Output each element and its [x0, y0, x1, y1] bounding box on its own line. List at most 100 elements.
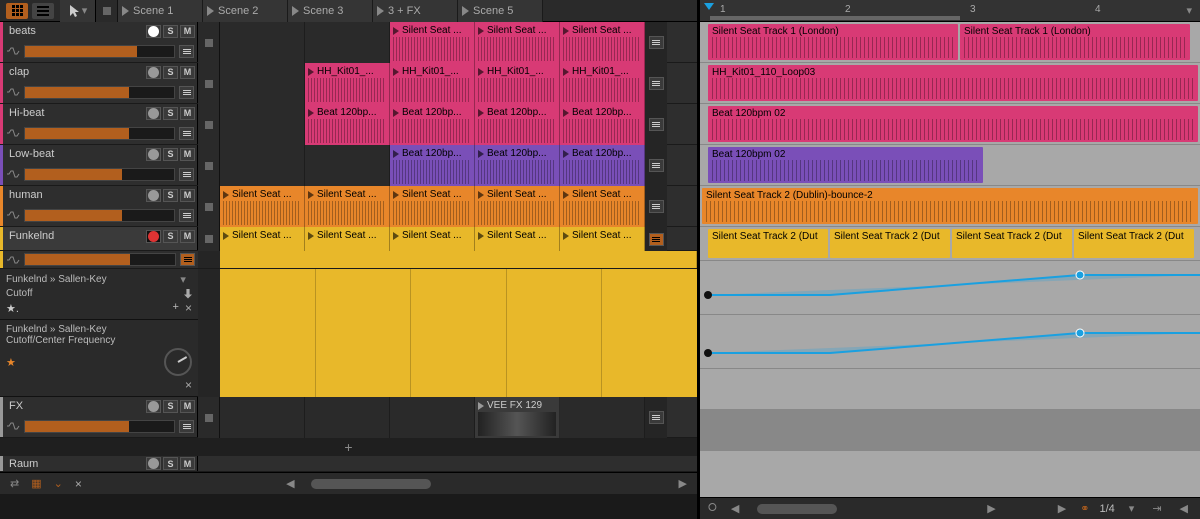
clip[interactable]: Beat 120bp... — [475, 104, 560, 145]
clip-menu[interactable] — [649, 118, 664, 131]
ruler-menu[interactable]: ▾ — [1182, 4, 1196, 17]
clip[interactable]: HH_Kit01_... — [305, 63, 390, 104]
empty-slot[interactable] — [220, 22, 305, 63]
track-menu[interactable] — [179, 86, 194, 99]
mute-button[interactable]: M — [180, 25, 195, 38]
volume-slider[interactable] — [24, 420, 175, 433]
clip[interactable]: Silent Seat ... — [560, 227, 645, 251]
clip-menu[interactable] — [649, 411, 664, 424]
snap-icon[interactable]: ⇥ — [1148, 502, 1165, 515]
panel-toggle[interactable]: ⇄ — [6, 477, 23, 490]
empty-slot[interactable] — [305, 145, 390, 186]
volume-slider[interactable] — [24, 253, 176, 266]
scene-3[interactable]: Scene 3 — [288, 0, 373, 22]
arrangement-clip[interactable]: Silent Seat Track 2 (Dut — [830, 229, 950, 258]
volume-slider[interactable] — [24, 168, 175, 181]
track-name[interactable]: Raum — [9, 458, 38, 470]
arrangement-clip[interactable]: Silent Seat Track 2 (Dut — [1074, 229, 1194, 258]
clip-view-icon[interactable]: ▦ — [31, 477, 41, 490]
record-arm[interactable] — [146, 230, 161, 243]
clip[interactable]: Silent Seat ... — [560, 22, 645, 63]
arrangement-clip[interactable]: Silent Seat Track 1 (London) — [708, 24, 958, 60]
mute-button[interactable]: M — [180, 457, 195, 470]
arrangement-clip[interactable]: Silent Seat Track 2 (Dut — [952, 229, 1072, 258]
clip[interactable]: Silent Seat ... — [305, 186, 390, 227]
track-menu[interactable] — [179, 168, 194, 181]
clip-menu[interactable] — [649, 159, 664, 172]
clip[interactable]: Silent Seat ... — [220, 186, 305, 227]
track-menu[interactable] — [179, 127, 194, 140]
volume-slider[interactable] — [24, 127, 175, 140]
scroll-left[interactable]: ◀ — [727, 502, 743, 515]
stop-all-scenes[interactable] — [96, 0, 118, 22]
automation-lane[interactable] — [220, 269, 316, 397]
clip-menu[interactable] — [649, 36, 664, 49]
clip[interactable]: Silent Seat ... — [220, 227, 305, 251]
clip-menu[interactable] — [649, 77, 664, 90]
mute-button[interactable]: M — [180, 400, 195, 413]
stop-clip[interactable] — [198, 22, 220, 63]
view-list-button[interactable] — [32, 3, 54, 19]
clip[interactable]: Beat 120bp... — [560, 104, 645, 145]
clip[interactable]: VEE FX 129 — [475, 397, 560, 438]
arrangement-clip[interactable]: Silent Seat Track 2 (Dut — [708, 229, 828, 258]
cursor-tool[interactable]: ▾ — [60, 0, 96, 22]
scene-5[interactable]: Scene 5 — [458, 0, 543, 22]
remove-param[interactable]: × — [185, 301, 192, 315]
solo-button[interactable]: S — [163, 189, 178, 202]
mute-button[interactable]: M — [180, 189, 195, 202]
clip[interactable]: Silent Seat ... — [390, 186, 475, 227]
solo-button[interactable]: S — [163, 107, 178, 120]
track-name[interactable]: Low-beat — [9, 148, 54, 160]
clip[interactable]: Beat 120bp... — [390, 145, 475, 186]
clip[interactable]: Silent Seat ... — [390, 227, 475, 251]
track-menu[interactable] — [180, 253, 195, 266]
track-name[interactable]: FX — [9, 400, 23, 412]
arrangement-clip[interactable]: Beat 120bpm 02 — [708, 147, 983, 183]
automation-param-2[interactable]: Funkelnd » Sallen-Key Cutoff/Center Freq… — [0, 320, 198, 397]
scene-2[interactable]: Scene 2 — [203, 0, 288, 22]
volume-slider[interactable] — [24, 209, 175, 222]
remove-param[interactable]: × — [185, 378, 192, 392]
param-knob[interactable] — [164, 348, 192, 376]
track-menu[interactable] — [179, 209, 194, 222]
record-arm[interactable] — [146, 400, 161, 413]
record-arm[interactable] — [146, 107, 161, 120]
clip[interactable]: Beat 120bp... — [390, 104, 475, 145]
mute-button[interactable]: M — [180, 148, 195, 161]
record-arm[interactable] — [146, 457, 161, 470]
pin-icon[interactable] — [184, 289, 192, 299]
clip[interactable]: Silent Seat ... — [390, 22, 475, 63]
grid-menu[interactable]: ▾ — [1125, 502, 1139, 515]
empty-slot[interactable] — [560, 397, 645, 438]
mute-button[interactable]: M — [180, 66, 195, 79]
automation-lane[interactable] — [411, 269, 507, 397]
stop-clip[interactable] — [198, 397, 220, 438]
stop-clip[interactable] — [198, 145, 220, 186]
solo-button[interactable]: S — [163, 148, 178, 161]
stop-clip[interactable] — [198, 186, 220, 227]
clip[interactable]: Silent Seat ... — [475, 22, 560, 63]
solo-button[interactable]: S — [163, 25, 178, 38]
stop-clip[interactable] — [198, 104, 220, 145]
scroll-right[interactable]: ▶ — [983, 502, 999, 515]
add-track-button[interactable]: + — [0, 438, 697, 456]
clip[interactable]: Beat 120bp... — [305, 104, 390, 145]
record-arm[interactable] — [146, 189, 161, 202]
arrangement-clip[interactable]: Silent Seat Track 2 (Dublin)-bounce-2 — [702, 188, 1198, 224]
clip[interactable]: HH_Kit01_... — [560, 63, 645, 104]
track-menu[interactable] — [179, 420, 194, 433]
loop-region[interactable] — [710, 16, 960, 20]
h-scrollbar[interactable] — [753, 502, 973, 516]
volume-slider[interactable] — [24, 45, 175, 58]
lock-icon[interactable]: ⭘ — [708, 502, 717, 515]
link-icon[interactable]: ⚭ — [1080, 502, 1089, 515]
clip[interactable]: Beat 120bp... — [560, 145, 645, 186]
stop-clip[interactable] — [198, 227, 220, 251]
track-name[interactable]: beats — [9, 25, 36, 37]
clip[interactable]: HH_Kit01_... — [475, 63, 560, 104]
automation-lane[interactable] — [316, 269, 412, 397]
arrangement-clip[interactable]: Beat 120bpm 02 — [708, 106, 1198, 142]
arrangement-clip[interactable]: HH_Kit01_110_Loop03 — [708, 65, 1198, 101]
record-arm[interactable] — [146, 148, 161, 161]
